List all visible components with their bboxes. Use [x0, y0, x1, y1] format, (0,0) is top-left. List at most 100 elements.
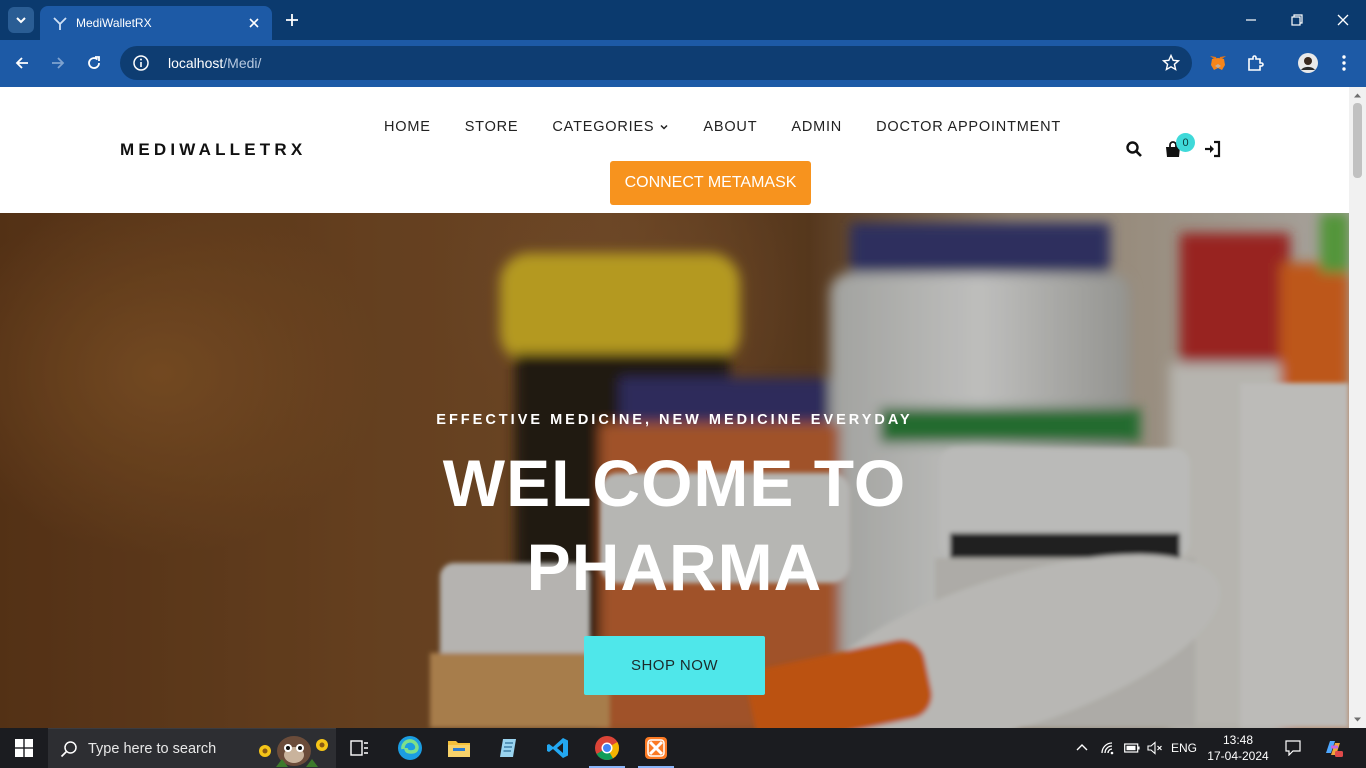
notification-icon — [1285, 740, 1301, 756]
browser-menu-button[interactable] — [1332, 51, 1356, 75]
chevron-up-icon — [1076, 744, 1088, 751]
back-button[interactable] — [9, 50, 35, 76]
hero-subtitle: EFFECTIVE MEDICINE, NEW MEDICINE EVERYDA… — [436, 412, 913, 428]
task-view-button[interactable] — [336, 728, 384, 768]
site-header: MEDIWALLETRX HOME STORE CATEGORIES ABOUT… — [0, 87, 1349, 213]
nav-store[interactable]: STORE — [465, 119, 519, 135]
minimize-window-button[interactable] — [1228, 0, 1274, 40]
nav-categories[interactable]: CATEGORIES — [552, 119, 669, 135]
windows-taskbar: Type here to search ENG 13:48 17-04-2024 — [0, 728, 1366, 768]
nav-admin-label: ADMIN — [791, 119, 843, 135]
notes-app-icon — [500, 739, 516, 757]
site-brand-logo[interactable]: MEDIWALLETRX — [120, 140, 306, 160]
volume-muted-icon — [1147, 741, 1162, 755]
edge-browser-icon — [398, 736, 422, 760]
scrollbar-thumb[interactable] — [1353, 103, 1362, 178]
volume-control[interactable] — [1145, 728, 1165, 768]
hero-title-line-2: PHARMA — [526, 530, 823, 604]
taskbar-xampp[interactable] — [632, 728, 680, 768]
chevron-down-icon — [660, 124, 668, 130]
input-language[interactable]: ENG — [1168, 728, 1200, 768]
url-host: localhost — [168, 55, 224, 71]
new-tab-button[interactable] — [280, 9, 304, 31]
site-favicon-icon — [53, 17, 67, 30]
taskbar-vscode[interactable] — [534, 728, 582, 768]
tab-title: MediWalletRX — [76, 16, 152, 30]
tab-close-icon[interactable] — [246, 15, 262, 31]
nav-home[interactable]: HOME — [384, 119, 431, 135]
forward-button[interactable] — [45, 50, 71, 76]
nav-doctor-appointment-label: DOCTOR APPOINTMENT — [876, 119, 1062, 135]
nav-categories-label: CATEGORIES — [552, 119, 655, 135]
restore-icon — [1291, 14, 1303, 26]
nav-about-label: ABOUT — [703, 119, 758, 135]
url-path: /Medi/ — [223, 55, 262, 71]
main-navigation: HOME STORE CATEGORIES ABOUT ADMIN DOCTOR… — [384, 119, 1095, 135]
copilot-button[interactable] — [1320, 728, 1346, 768]
task-view-icon — [350, 740, 368, 756]
browser-toolbar: localhost/Medi/ — [0, 40, 1366, 87]
reload-icon — [88, 56, 100, 69]
address-bar[interactable]: localhost/Medi/ — [120, 46, 1192, 80]
hero-title-line-1: WELCOME TO — [442, 446, 907, 520]
taskbar-app-notepad[interactable] — [484, 728, 532, 768]
hero-banner: EFFECTIVE MEDICINE, NEW MEDICINE EVERYDA… — [0, 213, 1349, 728]
close-window-button[interactable] — [1320, 0, 1366, 40]
search-icon[interactable] — [1125, 140, 1143, 158]
taskbar-search-placeholder: Type here to search — [88, 740, 217, 757]
system-clock[interactable]: 13:48 17-04-2024 — [1206, 732, 1270, 764]
battery-status[interactable] — [1122, 728, 1142, 768]
nav-about[interactable]: ABOUT — [703, 119, 757, 135]
more-vertical-icon — [1342, 55, 1346, 71]
bookmark-star-icon[interactable] — [1162, 54, 1180, 72]
copilot-icon — [1326, 741, 1343, 757]
windows-logo-icon — [15, 739, 33, 757]
url-text[interactable]: localhost/Medi/ — [168, 55, 1162, 71]
metamask-extension-icon[interactable] — [1206, 51, 1230, 75]
tab-search-button[interactable] — [8, 7, 34, 33]
scroll-up-arrow-icon[interactable] — [1353, 91, 1362, 100]
show-hidden-icons-button[interactable] — [1072, 728, 1092, 768]
arrow-left-icon — [15, 57, 28, 69]
browser-tab-active[interactable]: MediWalletRX — [40, 6, 272, 40]
page-viewport: MEDIWALLETRX HOME STORE CATEGORIES ABOUT… — [0, 87, 1349, 728]
minimize-icon — [1246, 19, 1256, 21]
shop-now-button[interactable]: SHOP NOW — [584, 636, 765, 695]
chrome-browser-icon — [595, 736, 619, 761]
network-status[interactable] — [1098, 728, 1118, 768]
chevron-down-icon — [16, 17, 26, 24]
nav-store-label: STORE — [464, 119, 519, 135]
start-button[interactable] — [0, 728, 48, 768]
reload-button[interactable] — [81, 50, 107, 76]
clock-date: 17-04-2024 — [1207, 749, 1269, 763]
vscode-icon — [547, 738, 568, 758]
notifications-button[interactable] — [1282, 728, 1304, 768]
profile-avatar[interactable] — [1296, 51, 1320, 75]
plus-icon — [286, 14, 298, 26]
site-info-icon[interactable] — [132, 54, 150, 72]
taskbar-edge[interactable] — [386, 728, 434, 768]
arrow-right-icon — [52, 57, 65, 69]
scroll-down-arrow-icon[interactable] — [1353, 715, 1362, 724]
taskbar-search-box[interactable]: Type here to search — [48, 728, 336, 768]
xampp-icon — [645, 737, 667, 759]
nav-doctor-appointment[interactable]: DOCTOR APPOINTMENT — [876, 119, 1061, 135]
clock-time: 13:48 — [1222, 733, 1254, 747]
page-scrollbar[interactable] — [1349, 87, 1366, 728]
extensions-puzzle-icon[interactable] — [1243, 51, 1267, 75]
browser-tab-strip: MediWalletRX — [0, 0, 1366, 40]
nav-home-label: HOME — [384, 119, 431, 135]
nav-admin[interactable]: ADMIN — [791, 119, 842, 135]
search-icon — [60, 740, 77, 757]
sign-in-icon[interactable] — [1204, 140, 1222, 158]
connect-metamask-button[interactable]: CONNECT METAMASK — [610, 161, 811, 205]
cart-count-badge: 0 — [1176, 133, 1195, 152]
close-icon — [1337, 14, 1349, 26]
search-highlight-image — [259, 736, 328, 767]
restore-window-button[interactable] — [1274, 0, 1320, 40]
battery-icon — [1124, 743, 1140, 753]
taskbar-file-explorer[interactable] — [435, 728, 483, 768]
folder-icon — [448, 741, 470, 757]
taskbar-chrome[interactable] — [583, 728, 631, 768]
hero-title: WELCOME TO PHARMA — [0, 441, 1349, 609]
